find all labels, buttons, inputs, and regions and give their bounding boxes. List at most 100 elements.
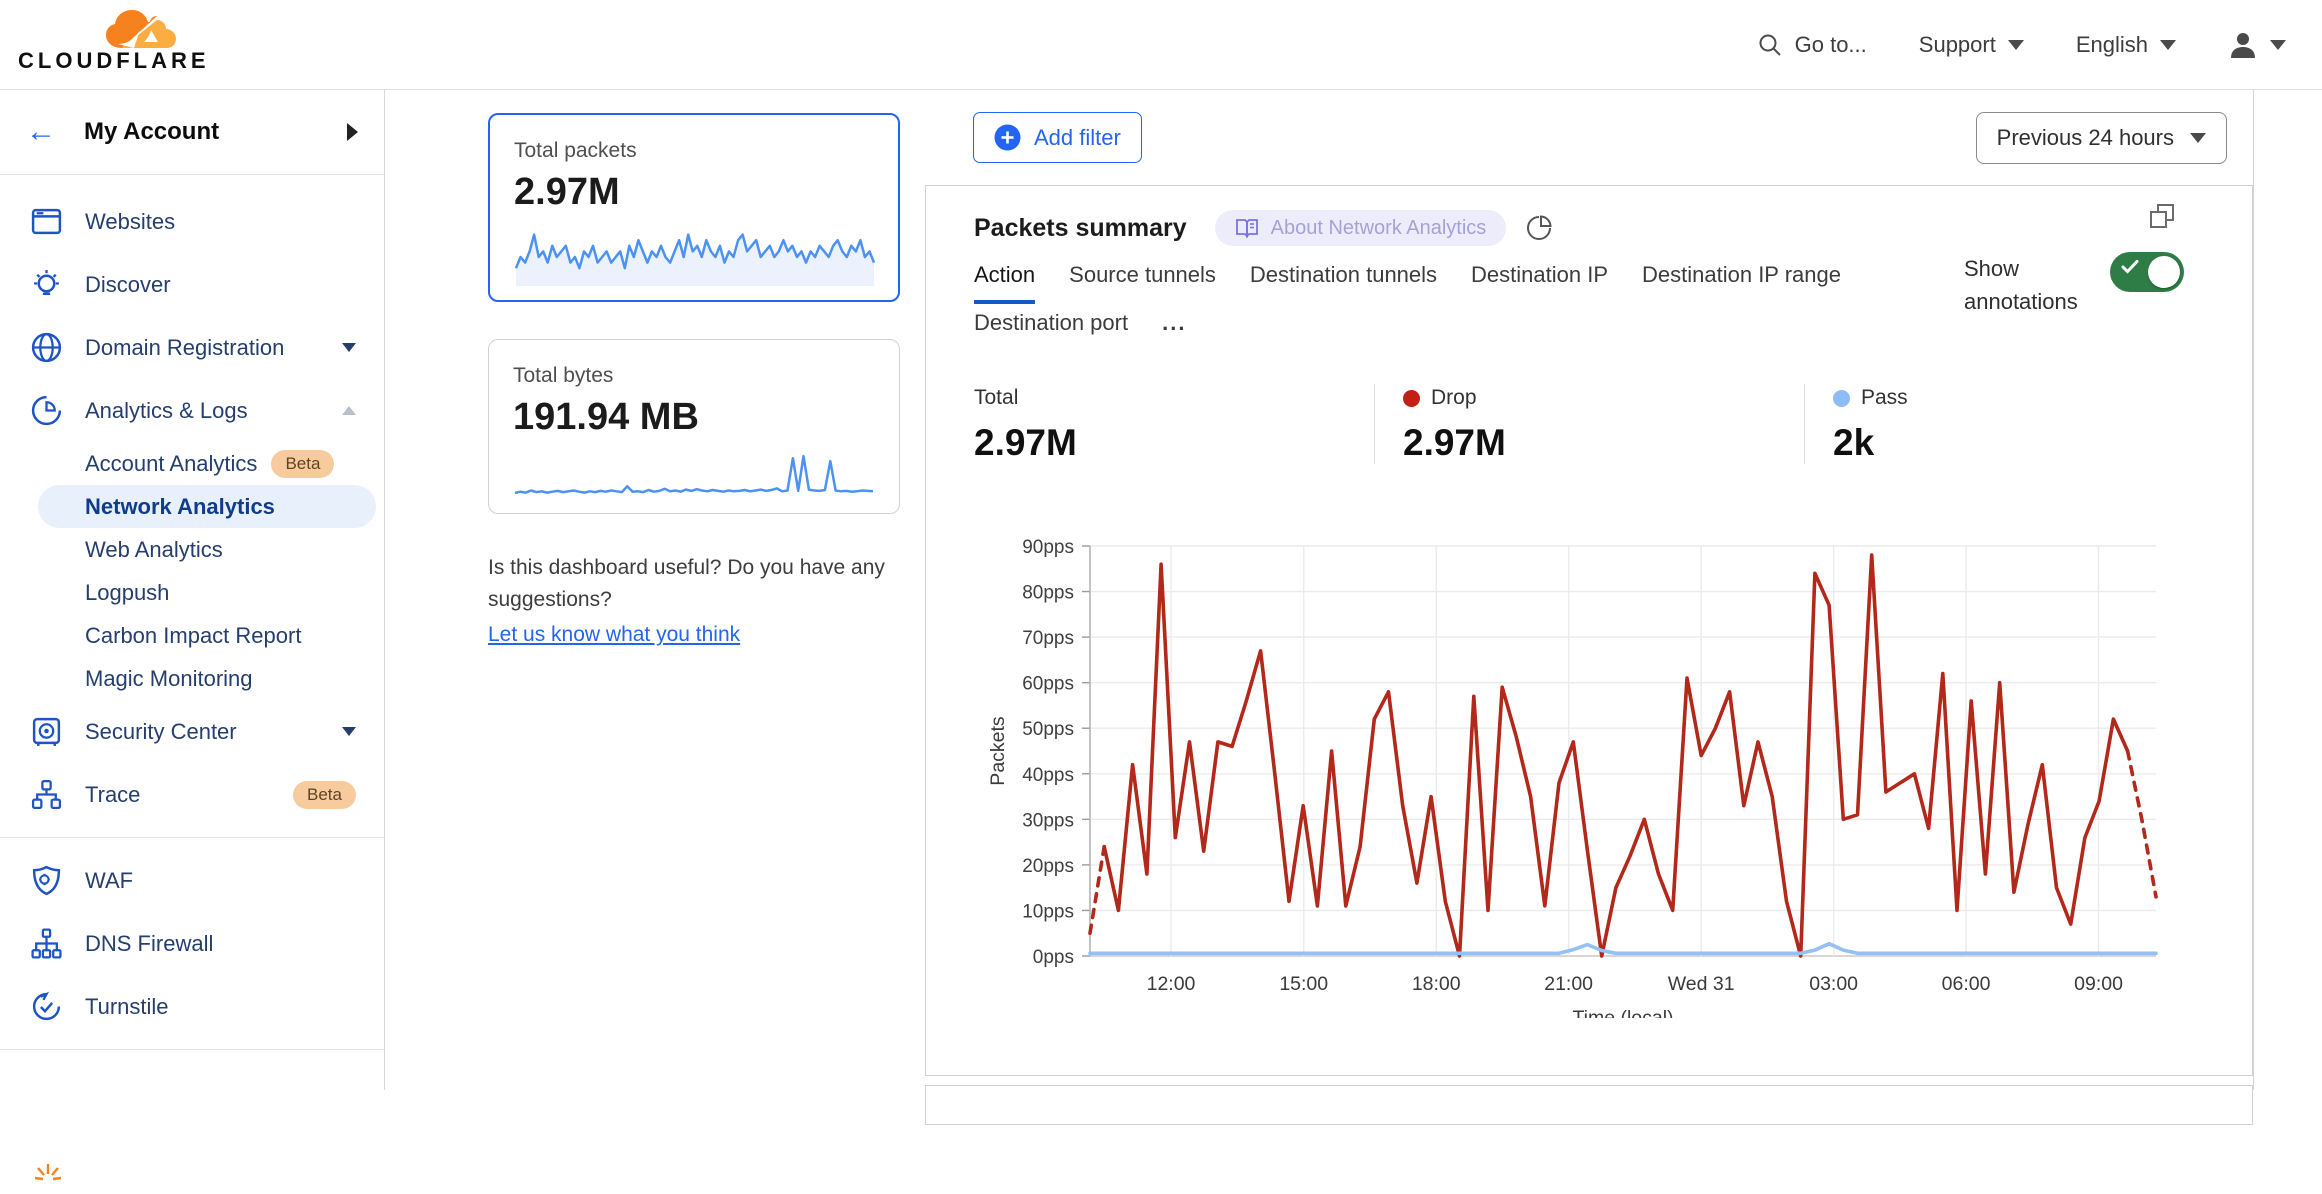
next-panel-edge [925, 1085, 2253, 1125]
feedback-link[interactable]: Let us know what you think [488, 619, 740, 651]
sidebar-item-domain-registration[interactable]: Domain Registration [0, 316, 384, 379]
svg-text:12:00: 12:00 [1147, 973, 1196, 995]
annotations-label: Show annotations [1964, 252, 2084, 318]
sidebar-item-label: Carbon Impact Report [85, 623, 301, 649]
card-label: Total packets [514, 139, 874, 163]
account-title: My Account [84, 118, 219, 146]
packets-sparkline [514, 224, 876, 288]
back-arrow-icon[interactable]: ← [26, 117, 56, 147]
sidebar-item-label: Analytics & Logs [85, 398, 342, 424]
stat-value: 2.97M [1403, 422, 1804, 464]
support-menu[interactable]: Support [1919, 32, 2024, 58]
time-range-select[interactable]: Previous 24 hours [1976, 112, 2227, 164]
stat-value: 2.97M [974, 422, 1374, 464]
add-filter-button[interactable]: Add filter [973, 112, 1142, 163]
sidebar-item-label: Trace [85, 782, 279, 808]
sidebar-item-security-center[interactable]: Security Center [0, 700, 384, 763]
sidebar-account-header: ← My Account [0, 90, 384, 175]
sidebar-item-web-analytics[interactable]: Web Analytics [0, 528, 384, 571]
svg-text:15:00: 15:00 [1279, 973, 1328, 995]
about-network-analytics-badge[interactable]: About Network Analytics [1215, 210, 1507, 246]
language-menu[interactable]: English [2076, 32, 2176, 58]
svg-text:06:00: 06:00 [1942, 973, 1991, 995]
sidebar-item-discover[interactable]: Discover [0, 253, 384, 316]
sidebar-item-logpush[interactable]: Logpush [0, 571, 384, 614]
pass-legend-dot [1833, 390, 1850, 407]
analytics-toolbar: Add filter Previous 24 hours [925, 90, 2253, 185]
tabs-overflow-button[interactable]: ... [1162, 310, 1186, 352]
svg-text:18:00: 18:00 [1412, 973, 1461, 995]
svg-text:21:00: 21:00 [1544, 973, 1593, 995]
browser-icon [30, 205, 63, 238]
tab-destination-ip-range[interactable]: Destination IP range [1642, 262, 1841, 304]
annotations-toggle[interactable] [2110, 252, 2184, 292]
svg-text:20pps: 20pps [1022, 856, 1074, 877]
sidebar-divider [0, 837, 384, 838]
sidebar-item-label: Network Analytics [85, 494, 275, 520]
tab-destination-port[interactable]: Destination port [974, 310, 1128, 352]
sidebar-item-label: Turnstile [85, 994, 356, 1020]
bytes-sparkline [513, 449, 875, 501]
sidebar: ← My Account Websites Discover [0, 90, 385, 1090]
svg-text:09:00: 09:00 [2074, 973, 2123, 995]
annotations-control: Show annotations [1964, 252, 2198, 318]
svg-text:03:00: 03:00 [1809, 973, 1858, 995]
sidebar-item-label: WAF [85, 868, 356, 894]
user-icon [2228, 30, 2258, 60]
packets-summary-panel: Packets summary About Network Analytics [925, 185, 2253, 1076]
total-bytes-card[interactable]: Total bytes 191.94 MB [488, 339, 900, 514]
check-icon [2121, 259, 2139, 274]
sidebar-item-network-analytics[interactable]: Network Analytics [38, 485, 376, 528]
svg-text:60pps: 60pps [1022, 674, 1074, 695]
total-stat: Total 2.97M [974, 384, 1374, 464]
cloudflare-logo[interactable]: CLOUDFLARE [18, 6, 188, 84]
goto-search[interactable]: Go to... [1757, 32, 1867, 58]
drop-legend-dot [1403, 390, 1420, 407]
sidebar-nav: Websites Discover Domain Registration [0, 175, 384, 1050]
total-packets-card[interactable]: Total packets 2.97M [488, 113, 900, 302]
svg-text:0pps: 0pps [1033, 947, 1074, 968]
sidebar-item-analytics-logs[interactable]: Analytics & Logs [0, 379, 384, 442]
feedback-block: Is this dashboard useful? Do you have an… [488, 552, 900, 651]
about-badge-label: About Network Analytics [1271, 217, 1487, 240]
stat-label: Drop [1431, 386, 1477, 410]
beta-badge: Beta [271, 450, 334, 478]
pie-chart-button[interactable] [1526, 215, 1552, 241]
account-menu[interactable] [2228, 30, 2286, 60]
sidebar-item-label: Security Center [85, 719, 342, 745]
pie-chart-icon [1526, 215, 1552, 241]
sidebar-item-carbon-impact-report[interactable]: Carbon Impact Report [0, 614, 384, 657]
expand-panel-button[interactable] [2148, 202, 2176, 235]
starburst-icon [32, 1162, 64, 1194]
goto-label: Go to... [1795, 32, 1867, 58]
search-icon [1757, 32, 1783, 58]
sidebar-item-waf[interactable]: WAF [0, 849, 384, 912]
tab-action[interactable]: Action [974, 262, 1035, 304]
chevron-up-icon [342, 406, 356, 415]
card-value: 191.94 MB [513, 396, 875, 439]
sidebar-item-trace[interactable]: Trace Beta [0, 763, 384, 826]
chevron-right-icon[interactable] [347, 123, 358, 141]
svg-text:80pps: 80pps [1022, 583, 1074, 604]
sidebar-item-turnstile[interactable]: Turnstile [0, 975, 384, 1038]
sidebar-item-dns-firewall[interactable]: DNS Firewall [0, 912, 384, 975]
packets-time-series-chart: 0pps10pps20pps30pps40pps50pps60pps70pps8… [974, 528, 2214, 1018]
tab-destination-tunnels[interactable]: Destination tunnels [1250, 262, 1437, 304]
sidebar-item-label: DNS Firewall [85, 931, 356, 957]
sidebar-item-label: Logpush [85, 580, 169, 606]
rotate-check-icon [30, 990, 63, 1023]
pie-chart-icon [30, 394, 63, 427]
tab-source-tunnels[interactable]: Source tunnels [1069, 262, 1216, 304]
svg-text:40pps: 40pps [1022, 765, 1074, 786]
sidebar-item-account-analytics[interactable]: Account Analytics Beta [0, 442, 384, 485]
stat-label: Total [974, 386, 1018, 410]
pass-stat: Pass 2k [1804, 384, 2224, 464]
svg-text:70pps: 70pps [1022, 628, 1074, 649]
sidebar-item-magic-monitoring[interactable]: Magic Monitoring [0, 657, 384, 700]
svg-text:Time (local): Time (local) [1572, 1007, 1673, 1018]
tab-destination-ip[interactable]: Destination IP [1471, 262, 1608, 304]
sidebar-item-websites[interactable]: Websites [0, 190, 384, 253]
panel-header: Packets summary About Network Analytics [926, 186, 2252, 246]
totals-row: Total 2.97M Drop 2.97M Pass 2k [926, 384, 2252, 464]
svg-text:10pps: 10pps [1022, 901, 1074, 922]
